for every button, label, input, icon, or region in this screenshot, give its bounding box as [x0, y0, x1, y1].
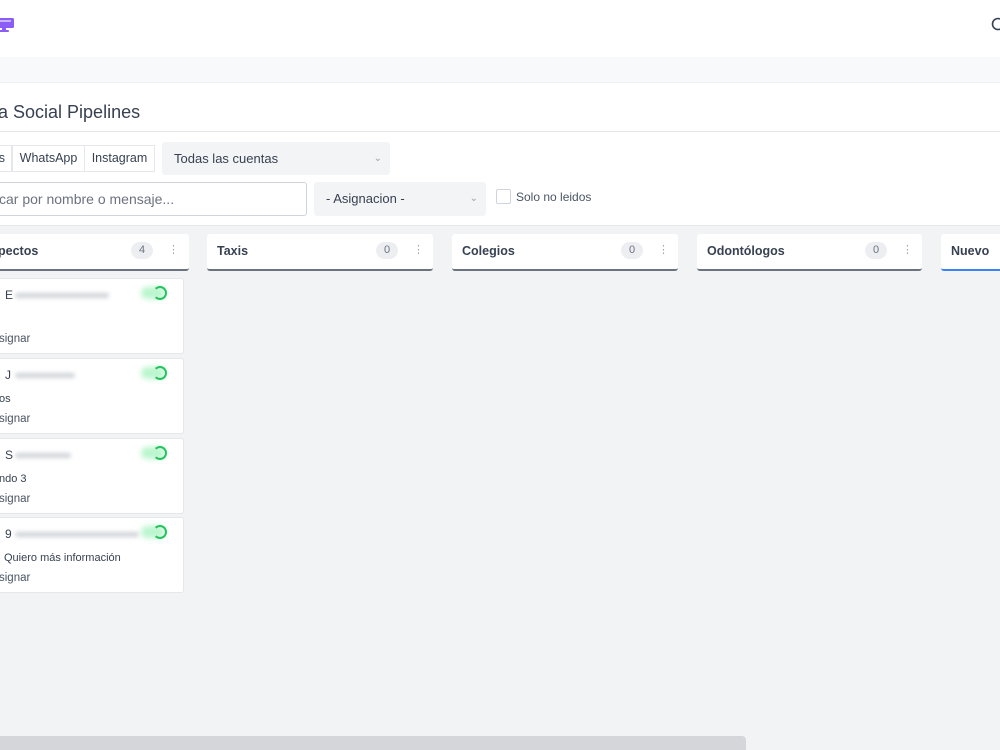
- column-title: Odontólogos: [707, 244, 785, 258]
- sub-header-bar: [0, 57, 1000, 83]
- lead-last-message: os: [0, 393, 11, 405]
- redacted-name: [15, 293, 109, 298]
- column-count-badge: 4: [131, 242, 153, 259]
- more-vertical-icon[interactable]: ⋮: [168, 243, 179, 256]
- more-vertical-icon[interactable]: ⋮: [413, 243, 424, 256]
- chevron-down-icon: ⌄: [469, 193, 478, 204]
- assign-link[interactable]: signar: [0, 413, 30, 425]
- tab-channel-all[interactable]: s: [0, 145, 12, 172]
- lead-card[interactable]: J os signar: [0, 358, 184, 434]
- pipeline-column-header: Nuevo: [941, 234, 1000, 271]
- lead-last-message: ndo 3: [0, 473, 27, 485]
- horizontal-scrollbar[interactable]: [0, 736, 746, 750]
- pipeline-column-header: Taxis 0 ⋮: [207, 234, 433, 271]
- column-title: pectos: [0, 244, 39, 258]
- status-ring-icon: [153, 525, 167, 539]
- status-ring-icon: [153, 366, 167, 380]
- lead-last-message: Quiero más información: [4, 552, 121, 564]
- top-bar: [0, 0, 1000, 57]
- redacted-name: [15, 373, 75, 378]
- accounts-select-value: Todas las cuentas: [174, 151, 279, 166]
- tab-channel-whatsapp[interactable]: WhatsApp: [12, 145, 85, 172]
- monitor-icon[interactable]: [0, 18, 14, 32]
- column-title: Taxis: [217, 244, 249, 258]
- status-ring-icon: [153, 446, 167, 460]
- column-title: Colegios: [462, 244, 515, 258]
- assign-link[interactable]: signar: [0, 493, 30, 505]
- more-vertical-icon[interactable]: ⋮: [902, 243, 913, 256]
- lead-card[interactable]: E signar: [0, 278, 184, 354]
- tab-channel-instagram[interactable]: Instagram: [84, 145, 155, 172]
- lead-card[interactable]: 9 Quiero más información signar: [0, 517, 184, 593]
- unread-only-checkbox[interactable]: [496, 189, 511, 204]
- redacted-name: [15, 453, 71, 458]
- more-vertical-icon[interactable]: ⋮: [658, 243, 669, 256]
- assign-link[interactable]: signar: [0, 333, 30, 345]
- lead-name: S: [5, 448, 14, 462]
- pipeline-column-header: Odontólogos 0 ⋮: [697, 234, 922, 271]
- chevron-down-icon: ⌄: [373, 153, 382, 164]
- assignment-select-value: - Asignacion -: [326, 191, 405, 206]
- lead-name: 9: [5, 527, 12, 541]
- lead-name: E: [5, 288, 14, 302]
- assignment-select[interactable]: - Asignacion - ⌄: [314, 182, 486, 216]
- search-icon[interactable]: [991, 17, 1000, 33]
- pipeline-column-header: Colegios 0 ⋮: [452, 234, 678, 271]
- pipeline-column-header: pectos 4 ⋮: [0, 234, 189, 271]
- column-count-badge: 0: [376, 242, 398, 259]
- redacted-name: [15, 532, 139, 537]
- unread-only-label: Solo no leidos: [516, 190, 592, 204]
- column-count-badge: 0: [865, 242, 887, 259]
- lead-card[interactable]: S ndo 3 signar: [0, 438, 184, 514]
- column-count-badge: 0: [621, 242, 643, 259]
- status-ring-icon: [153, 286, 167, 300]
- title-divider: [0, 131, 1000, 132]
- assign-link[interactable]: signar: [0, 572, 30, 584]
- accounts-select[interactable]: Todas las cuentas ⌄: [162, 142, 390, 175]
- column-title: Nuevo: [951, 244, 990, 258]
- page-title: a Social Pipelines: [0, 102, 141, 122]
- lead-name: J: [5, 368, 11, 382]
- search-input[interactable]: [0, 182, 307, 216]
